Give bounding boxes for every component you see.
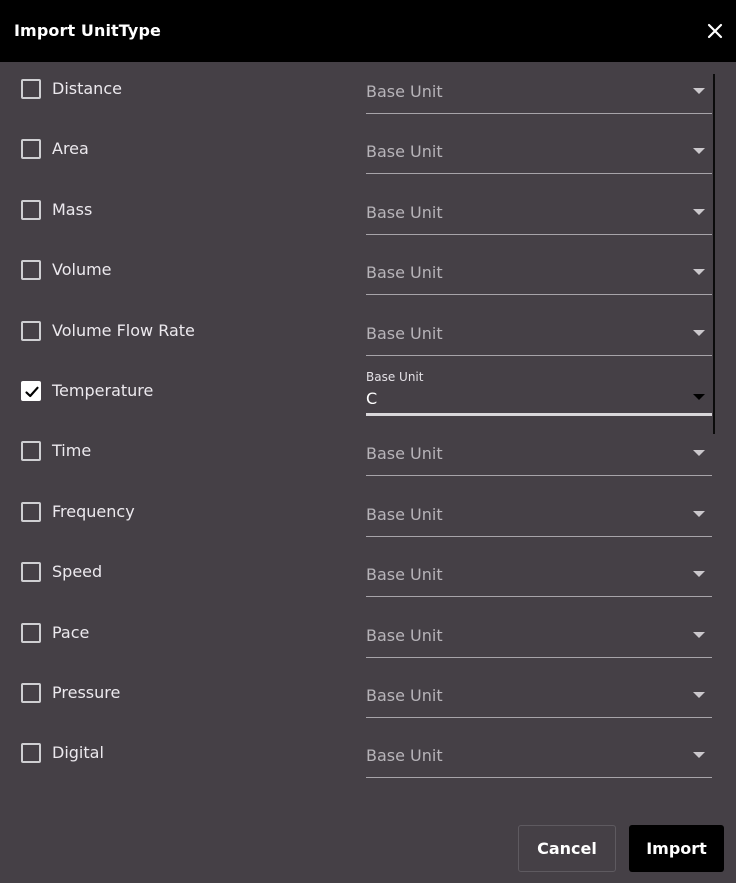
unit-type-row: Pressure Base Unit: [0, 666, 736, 726]
unit-type-row: Speed Base Unit: [0, 545, 736, 605]
base-unit-placeholder: Base Unit: [366, 263, 443, 282]
chevron-down-icon: [693, 269, 705, 275]
checkbox-frequency[interactable]: [21, 502, 41, 522]
cancel-button[interactable]: Cancel: [518, 825, 616, 872]
unit-type-row: Temperature Base Unit C: [0, 364, 736, 424]
unit-type-label: Distance: [52, 79, 122, 98]
chevron-down-icon: [693, 632, 705, 638]
base-unit-select[interactable]: Base Unit: [366, 304, 712, 356]
base-unit-select[interactable]: Base Unit: [366, 62, 712, 114]
base-unit-placeholder: Base Unit: [366, 746, 443, 765]
base-unit-floating-label: Base Unit: [366, 370, 424, 384]
checkbox-temperature[interactable]: [21, 381, 41, 401]
unit-type-label: Time: [52, 441, 92, 460]
chevron-down-icon: [693, 88, 705, 94]
base-unit-select[interactable]: Base Unit: [366, 122, 712, 174]
base-unit-select[interactable]: Base Unit C: [366, 364, 712, 416]
unit-type-label: Temperature: [52, 381, 154, 400]
scrollbar[interactable]: [713, 74, 715, 434]
checkbox-mass[interactable]: [21, 200, 41, 220]
checkbox-pressure[interactable]: [21, 683, 41, 703]
checkbox-distance[interactable]: [21, 79, 41, 99]
unit-type-label: Pressure: [52, 683, 121, 702]
unit-type-row: Distance Base Unit: [0, 62, 736, 122]
chevron-down-icon: [693, 148, 705, 154]
base-unit-placeholder: Base Unit: [366, 82, 443, 101]
base-unit-placeholder: Base Unit: [366, 565, 443, 584]
unit-type-row: Time Base Unit: [0, 424, 736, 484]
chevron-down-icon: [693, 511, 705, 517]
base-unit-select[interactable]: Base Unit: [366, 606, 712, 658]
close-button[interactable]: [704, 20, 726, 42]
unit-type-row: Frequency Base Unit: [0, 485, 736, 545]
base-unit-select[interactable]: Base Unit: [366, 485, 712, 537]
chevron-down-icon: [693, 330, 705, 336]
base-unit-select[interactable]: Base Unit: [366, 424, 712, 476]
unit-type-label: Digital: [52, 743, 104, 762]
base-unit-select[interactable]: Base Unit: [366, 545, 712, 597]
chevron-down-icon: [693, 450, 705, 456]
unit-type-row: Pace Base Unit: [0, 606, 736, 666]
unit-type-label: Volume: [52, 260, 112, 279]
base-unit-placeholder: Base Unit: [366, 505, 443, 524]
unit-type-label: Pace: [52, 623, 90, 642]
dialog-title: Import UnitType: [14, 21, 161, 40]
base-unit-placeholder: Base Unit: [366, 444, 443, 463]
checkbox-volume[interactable]: [21, 260, 41, 280]
base-unit-placeholder: Base Unit: [366, 324, 443, 343]
base-unit-select[interactable]: Base Unit: [366, 726, 712, 778]
checkbox-time[interactable]: [21, 441, 41, 461]
unit-type-label: Mass: [52, 200, 93, 219]
checkbox-digital[interactable]: [21, 743, 41, 763]
checkbox-pace[interactable]: [21, 623, 41, 643]
chevron-down-icon: [693, 752, 705, 758]
unit-type-row: Area Base Unit: [0, 122, 736, 182]
dialog-header: Import UnitType: [0, 0, 736, 62]
chevron-down-icon: [693, 394, 705, 400]
chevron-down-icon: [693, 692, 705, 698]
base-unit-select[interactable]: Base Unit: [366, 243, 712, 295]
close-icon: [707, 23, 723, 39]
unit-type-row: Mass Base Unit: [0, 183, 736, 243]
checkbox-speed[interactable]: [21, 562, 41, 582]
chevron-down-icon: [693, 209, 705, 215]
unit-type-label: Area: [52, 139, 89, 158]
base-unit-placeholder: Base Unit: [366, 686, 443, 705]
base-unit-value: C: [366, 389, 378, 408]
unit-type-label: Frequency: [52, 502, 135, 521]
checkbox-volume-flow-rate[interactable]: [21, 321, 41, 341]
checkbox-area[interactable]: [21, 139, 41, 159]
base-unit-select[interactable]: Base Unit: [366, 183, 712, 235]
unit-type-label: Speed: [52, 562, 103, 581]
base-unit-placeholder: Base Unit: [366, 142, 443, 161]
base-unit-select[interactable]: Base Unit: [366, 666, 712, 718]
import-button[interactable]: Import: [629, 825, 724, 872]
unit-type-row: Volume Base Unit: [0, 243, 736, 303]
base-unit-placeholder: Base Unit: [366, 203, 443, 222]
unit-type-row: Digital Base Unit: [0, 726, 736, 786]
chevron-down-icon: [693, 571, 705, 577]
base-unit-placeholder: Base Unit: [366, 626, 443, 645]
unit-type-label: Volume Flow Rate: [52, 321, 195, 340]
unit-type-list: Distance Base Unit Area Base Unit Mass Base U…: [0, 62, 736, 792]
unit-type-row: Volume Flow Rate Base Unit: [0, 304, 736, 364]
check-icon: [25, 386, 39, 398]
import-unittype-dialog: Import UnitType Distance Base Unit Area Bas…: [0, 0, 736, 883]
